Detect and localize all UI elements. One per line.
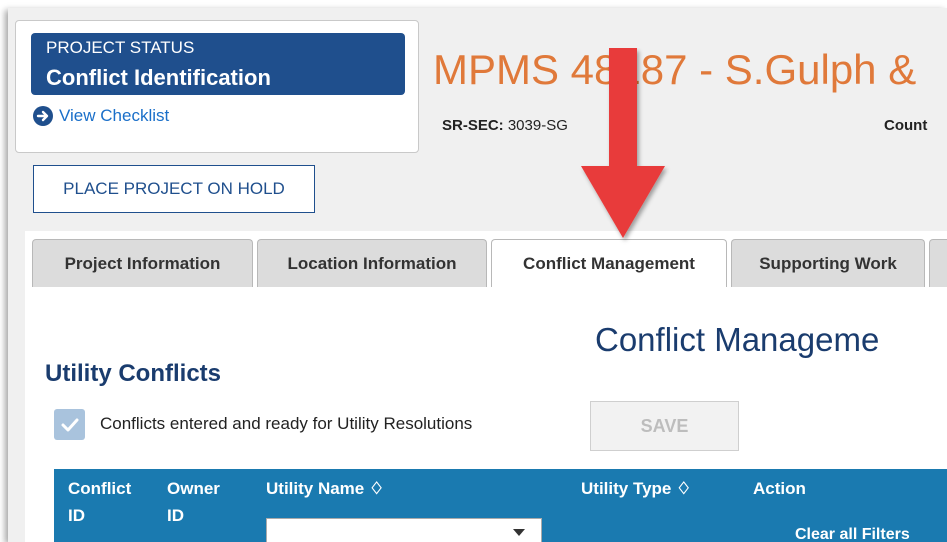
tab-project-information[interactable]: Project Information: [32, 239, 253, 287]
chevron-down-icon: [513, 529, 525, 536]
column-header-utility-type[interactable]: Utility Type ♢: [581, 475, 691, 502]
project-status-box: PROJECT STATUS Conflict Identification: [31, 33, 405, 95]
page-heading: Conflict Manageme: [595, 321, 880, 358]
clear-all-filters-link[interactable]: Clear all Filters: [795, 526, 910, 542]
ready-for-resolution-label: Conflicts entered and ready for Utility …: [100, 414, 473, 433]
county-label: Count: [884, 117, 928, 134]
app-window: PROJECT STATUS Conflict Identification V…: [8, 8, 947, 542]
tab-supporting-work[interactable]: Supporting Work: [731, 239, 925, 287]
sort-icon: ♢: [368, 479, 385, 498]
project-status-card: PROJECT STATUS Conflict Identification V…: [15, 20, 419, 153]
arrow-right-circle-icon: [33, 106, 53, 126]
annotation-arrow-icon: [581, 48, 665, 238]
column-header-conflict-id[interactable]: Conflict ID: [68, 475, 148, 529]
column-header-action: Action: [753, 479, 806, 498]
tab-more[interactable]: [929, 239, 947, 287]
save-button[interactable]: SAVE: [590, 401, 739, 451]
tab-location-information[interactable]: Location Information: [257, 239, 487, 287]
column-header-utility-name[interactable]: Utility Name ♢: [266, 475, 384, 502]
utility-name-header-label: Utility Name: [266, 479, 365, 498]
sr-sec-label: SR-SEC:: [442, 117, 504, 134]
sort-icon: ♢: [676, 479, 692, 498]
checkmark-icon: [61, 418, 78, 431]
status-label: PROJECT STATUS: [46, 38, 195, 57]
utility-name-filter-select[interactable]: [266, 518, 542, 542]
tab-bar: Project Information Location Information…: [25, 231, 947, 288]
place-project-on-hold-button[interactable]: PLACE PROJECT ON HOLD: [33, 165, 315, 213]
utility-conflicts-heading: Utility Conflicts: [45, 360, 222, 387]
conflict-management-panel: Conflict Manageme Utility Conflicts Conf…: [25, 287, 947, 542]
ready-for-resolution-checkbox[interactable]: [54, 409, 85, 440]
conflicts-table-header: Conflict ID Owner ID Utility Name ♢ Util…: [54, 469, 947, 542]
status-value: Conflict Identification: [46, 65, 271, 90]
sr-sec-field: SR-SEC: 3039-SG: [442, 117, 568, 134]
utility-type-header-label: Utility Type: [581, 479, 672, 498]
view-checklist-label: View Checklist: [59, 106, 170, 125]
view-checklist-link[interactable]: View Checklist: [33, 106, 169, 126]
column-header-owner-id[interactable]: Owner ID: [167, 475, 237, 529]
